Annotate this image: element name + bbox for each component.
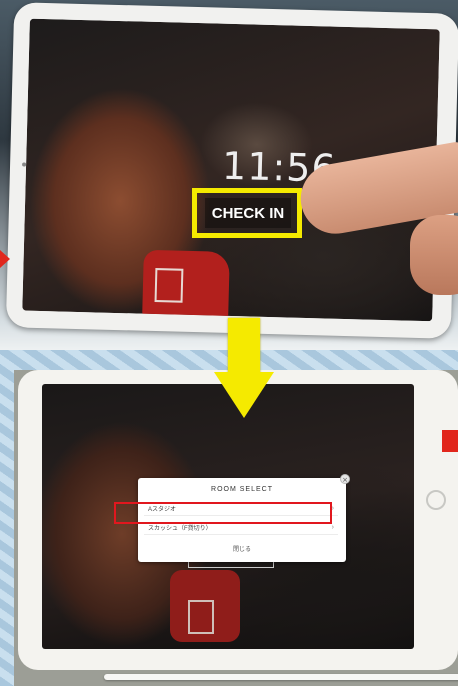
hand-palm-image <box>410 215 458 295</box>
red-marker <box>442 430 458 452</box>
top-photo: 11:56 CHECK IN <box>0 0 458 350</box>
red-arrow-marker <box>0 250 10 268</box>
yellow-highlight-box <box>192 188 302 238</box>
arrow-shaft <box>228 318 260 374</box>
room-option-label: スカッシュ（F貸切り） <box>148 526 212 532</box>
modal-title: ROOM SELECT <box>211 486 273 493</box>
red-highlight-box <box>114 502 332 524</box>
apple-pencil-image <box>104 674 458 680</box>
chevron-right-icon: › <box>331 505 334 512</box>
modal-close-link[interactable]: 閉じる <box>138 544 346 553</box>
glove-tape <box>188 600 214 634</box>
boxing-glove-image <box>170 570 240 642</box>
close-icon[interactable]: × <box>340 474 350 484</box>
chevron-right-icon: › <box>331 524 334 531</box>
glove-tape <box>154 268 184 303</box>
down-arrow-icon <box>214 318 274 418</box>
home-button-icon <box>426 490 446 510</box>
arrow-head <box>214 372 274 418</box>
boxing-glove-image <box>142 249 230 322</box>
